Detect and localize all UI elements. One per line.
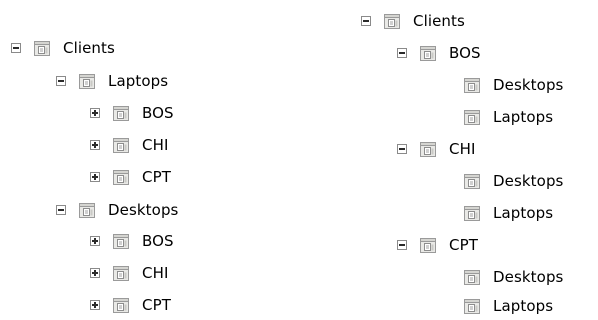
tree-node-cpt[interactable]: CPT: [397, 234, 478, 256]
tree-node-chi-desktops[interactable]: Desktops: [441, 170, 563, 192]
tree-node-label: Desktops: [493, 76, 564, 94]
collapse-toggle-icon[interactable]: [397, 240, 407, 250]
organizational-unit-icon: [420, 238, 436, 253]
tree-node-laptops-chi[interactable]: CHI: [90, 134, 168, 156]
organizational-unit-icon: [79, 203, 95, 218]
tree-node-clients[interactable]: Clients: [361, 10, 465, 32]
collapse-toggle-icon[interactable]: [56, 205, 66, 215]
organizational-unit-icon: [464, 299, 480, 314]
collapse-toggle-icon[interactable]: [397, 48, 407, 58]
organizational-unit-icon: [113, 106, 129, 121]
organizational-unit-icon: [113, 266, 129, 281]
expand-toggle-icon[interactable]: [90, 108, 100, 118]
tree-node-cpt-laptops[interactable]: Laptops: [441, 295, 553, 317]
organizational-unit-icon: [79, 74, 95, 89]
organizational-unit-icon: [34, 41, 50, 56]
tree-node-label: Clients: [413, 12, 465, 30]
tree-node-label: CHI: [449, 140, 476, 158]
tree-node-label: Laptops: [493, 204, 554, 222]
tree-node-desktops-chi[interactable]: CHI: [90, 262, 168, 284]
organizational-unit-icon: [464, 270, 480, 285]
tree-node-label: Desktops: [108, 201, 179, 219]
tree-node-bos-desktops[interactable]: Desktops: [441, 74, 563, 96]
tree-node-label: CPT: [142, 296, 171, 314]
collapse-toggle-icon[interactable]: [361, 16, 371, 26]
tree-node-desktops-cpt[interactable]: CPT: [90, 294, 171, 316]
tree-node-chi[interactable]: CHI: [397, 138, 475, 160]
organizational-unit-icon: [384, 14, 400, 29]
tree-node-clients[interactable]: Clients: [11, 37, 115, 59]
collapse-toggle-icon[interactable]: [56, 76, 66, 86]
organizational-unit-icon: [113, 138, 129, 153]
tree-node-label: Desktops: [493, 172, 564, 190]
tree-node-cpt-desktops[interactable]: Desktops: [441, 266, 563, 288]
tree-node-laptops[interactable]: Laptops: [56, 70, 168, 92]
organizational-unit-icon: [464, 78, 480, 93]
tree-node-laptops-cpt[interactable]: CPT: [90, 166, 171, 188]
tree-node-desktops[interactable]: Desktops: [56, 199, 178, 221]
tree-node-label: Laptops: [108, 72, 169, 90]
organizational-unit-icon: [464, 110, 480, 125]
organizational-unit-icon: [113, 298, 129, 313]
tree-node-bos[interactable]: BOS: [397, 42, 481, 64]
tree-node-label: Laptops: [493, 108, 554, 126]
expand-toggle-icon[interactable]: [90, 236, 100, 246]
tree-node-label: BOS: [449, 44, 481, 62]
tree-node-bos-laptops[interactable]: Laptops: [441, 106, 553, 128]
organizational-unit-icon: [464, 174, 480, 189]
tree-node-label: BOS: [142, 232, 174, 250]
tree-node-label: CHI: [142, 264, 169, 282]
collapse-toggle-icon[interactable]: [397, 144, 407, 154]
tree-node-label: Clients: [63, 39, 115, 57]
organizational-unit-icon: [420, 46, 436, 61]
tree-node-label: BOS: [142, 104, 174, 122]
tree-node-laptops-bos[interactable]: BOS: [90, 102, 174, 124]
tree-node-desktops-bos[interactable]: BOS: [90, 230, 174, 252]
expand-toggle-icon[interactable]: [90, 300, 100, 310]
organizational-unit-icon: [113, 234, 129, 249]
collapse-toggle-icon[interactable]: [11, 43, 21, 53]
expand-toggle-icon[interactable]: [90, 140, 100, 150]
tree-node-label: CPT: [449, 236, 478, 254]
organizational-unit-icon: [113, 170, 129, 185]
tree-node-label: Desktops: [493, 268, 564, 286]
tree-node-label: CPT: [142, 168, 171, 186]
expand-toggle-icon[interactable]: [90, 268, 100, 278]
organizational-unit-icon: [420, 142, 436, 157]
tree-node-label: CHI: [142, 136, 169, 154]
ou-tree-comparison: Clients Laptops BOS CHI CPT Desktops BOS…: [0, 0, 598, 320]
organizational-unit-icon: [464, 206, 480, 221]
expand-toggle-icon[interactable]: [90, 172, 100, 182]
tree-node-label: Laptops: [493, 297, 554, 315]
tree-node-chi-laptops[interactable]: Laptops: [441, 202, 553, 224]
